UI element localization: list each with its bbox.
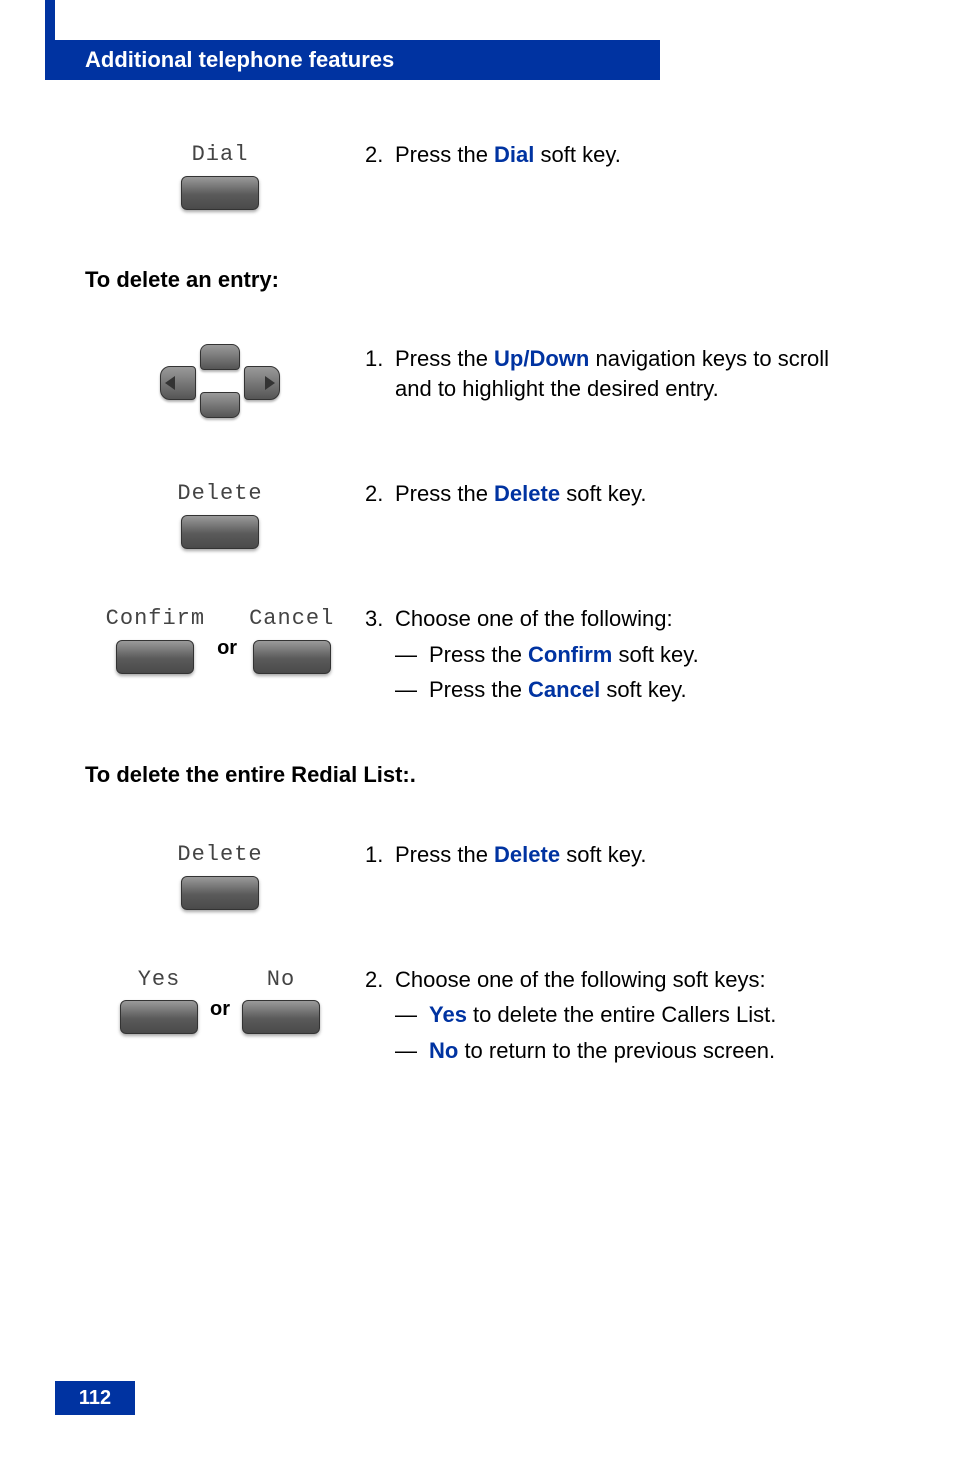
key-name: Confirm (528, 642, 612, 667)
softkey-no[interactable]: No (242, 965, 320, 1035)
softkey-delete-label: Delete (177, 840, 262, 870)
dash-icon: — (395, 1000, 429, 1030)
dash-icon: — (395, 675, 429, 705)
or-label: or (217, 615, 237, 662)
key-name: Up/Down (494, 346, 589, 371)
softkey-delete[interactable]: Delete (177, 479, 262, 549)
dash-icon: — (395, 640, 429, 670)
page-content: Dial 2. Press the Dial soft key. To dele… (0, 80, 954, 1066)
substep: — Press the Confirm soft key. (365, 640, 869, 670)
step: 1. Press the Delete soft key. (365, 840, 869, 870)
softkey-confirm-label: Confirm (106, 604, 205, 634)
step: 1. Press the Up/Down navigation keys to … (365, 344, 869, 403)
substep-text: Yes to delete the entire Callers List. (429, 1000, 776, 1030)
substep-text: No to return to the previous screen. (429, 1036, 775, 1066)
key-name: Dial (494, 142, 534, 167)
step-text: Press the Up/Down navigation keys to scr… (395, 344, 869, 403)
softkey-no-label: No (267, 965, 295, 995)
text: soft key. (612, 642, 698, 667)
text: soft key. (600, 677, 686, 702)
key-name: Cancel (528, 677, 600, 702)
section-heading-delete-list: To delete the entire Redial List:. (85, 760, 869, 790)
step-number: 2. (365, 965, 395, 995)
softkey-yes[interactable]: Yes (120, 965, 198, 1035)
text: Press the (429, 642, 528, 667)
step-text: Press the Delete soft key. (395, 840, 869, 870)
key-name: Delete (494, 842, 560, 867)
softkey-delete-label: Delete (177, 479, 262, 509)
step-number: 2. (365, 479, 395, 509)
key-name: No (429, 1038, 458, 1063)
step-number: 1. (365, 344, 395, 403)
softkey-dial[interactable]: Dial (181, 140, 259, 210)
text: to return to the previous screen. (458, 1038, 775, 1063)
step-number: 3. (365, 604, 395, 634)
softkey-confirm[interactable]: Confirm (106, 604, 205, 674)
dash-icon: — (395, 1036, 429, 1066)
keycap-icon (181, 515, 259, 549)
nav-right-icon (244, 366, 280, 400)
step-text: Choose one of the following: (395, 604, 869, 634)
substep: — Yes to delete the entire Callers List. (365, 1000, 869, 1030)
keycap-icon (181, 876, 259, 910)
substep-text: Press the Confirm soft key. (429, 640, 699, 670)
text: Press the (395, 142, 494, 167)
nav-left-icon (160, 366, 196, 400)
keycap-icon (181, 176, 259, 210)
text: Press the (395, 481, 494, 506)
keycap-icon (253, 640, 331, 674)
text: soft key. (560, 481, 646, 506)
or-label: or (210, 976, 230, 1023)
key-name: Delete (494, 481, 560, 506)
step: 2. Press the Delete soft key. (365, 479, 869, 509)
step-number: 1. (365, 840, 395, 870)
step-number: 2. (365, 140, 395, 170)
text: Press the (429, 677, 528, 702)
substep-text: Press the Cancel soft key. (429, 675, 687, 705)
nav-down-icon (200, 392, 240, 418)
step: 3. Choose one of the following: (365, 604, 869, 634)
nav-up-icon (200, 344, 240, 370)
text: Press the (395, 346, 494, 371)
header-title: Additional telephone features (55, 40, 660, 80)
navigation-pad[interactable] (160, 344, 280, 424)
substep: — No to return to the previous screen. (365, 1036, 869, 1066)
substep: — Press the Cancel soft key. (365, 675, 869, 705)
softkey-cancel-label: Cancel (249, 604, 334, 634)
step: 2. Press the Dial soft key. (365, 140, 869, 170)
header-accent (45, 0, 55, 80)
softkey-dial-label: Dial (192, 140, 249, 170)
keycap-icon (116, 640, 194, 674)
softkey-yes-label: Yes (138, 965, 181, 995)
text: soft key. (560, 842, 646, 867)
keycap-icon (242, 1000, 320, 1034)
page-header: Additional telephone features (0, 0, 954, 80)
text: Press the (395, 842, 494, 867)
step-text: Choose one of the following soft keys: (395, 965, 869, 995)
key-name: Yes (429, 1002, 467, 1027)
softkey-cancel[interactable]: Cancel (249, 604, 334, 674)
softkey-delete[interactable]: Delete (177, 840, 262, 910)
step-text: Press the Delete soft key. (395, 479, 869, 509)
keycap-icon (120, 1000, 198, 1034)
section-heading-delete-entry: To delete an entry: (85, 265, 869, 295)
text: to delete the entire Callers List. (467, 1002, 776, 1027)
step-text: Press the Dial soft key. (395, 140, 869, 170)
text: soft key. (534, 142, 620, 167)
page-number: 112 (55, 1381, 135, 1415)
step: 2. Choose one of the following soft keys… (365, 965, 869, 995)
